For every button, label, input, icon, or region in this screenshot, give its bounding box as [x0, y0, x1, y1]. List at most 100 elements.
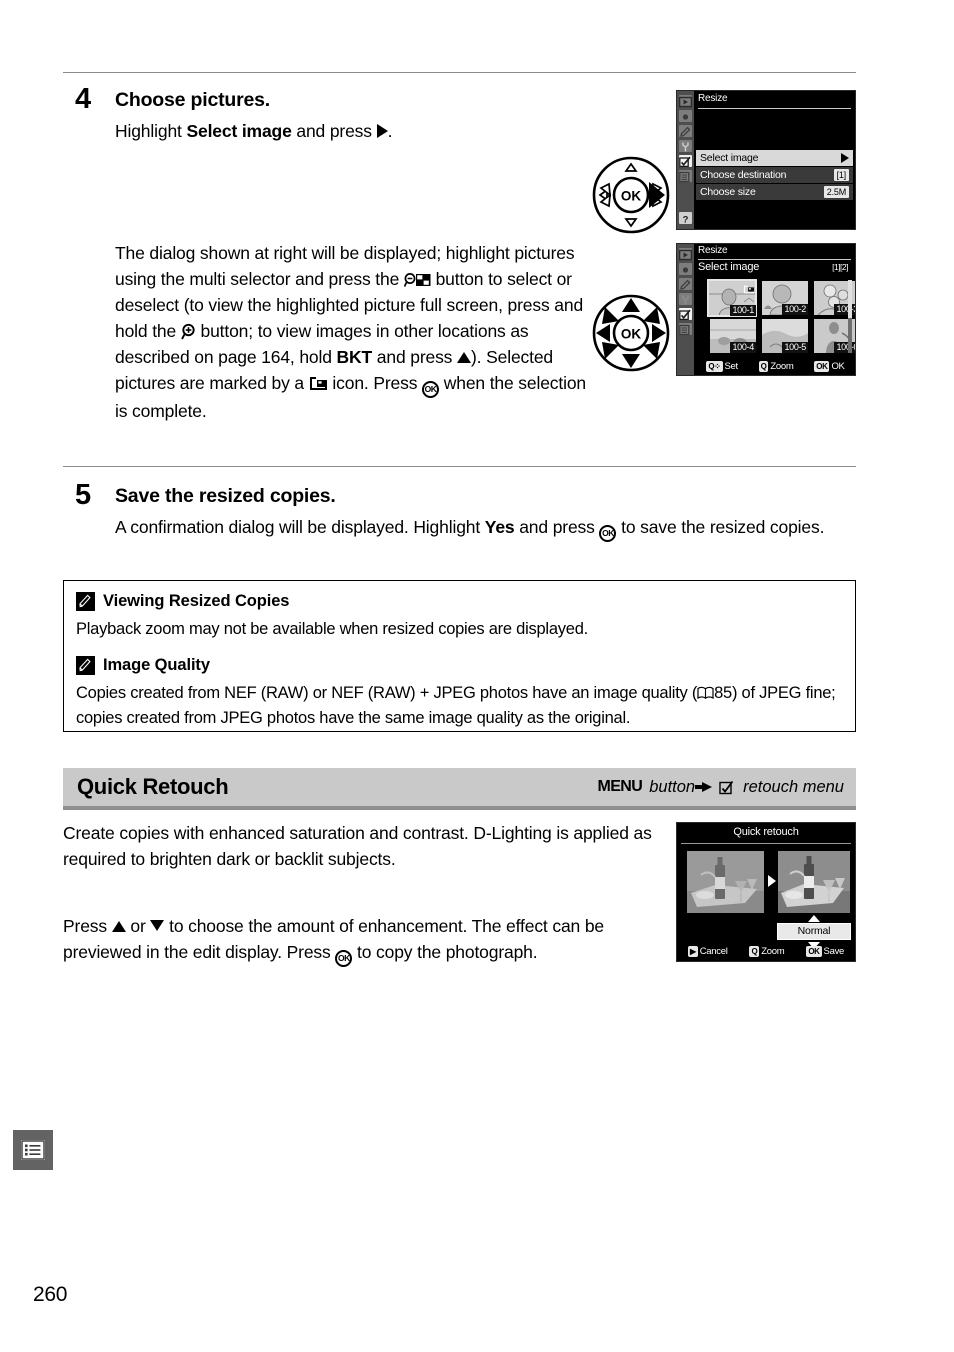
- menu-button-word: button: [649, 777, 696, 796]
- menu-row-label: Choose size: [700, 186, 756, 198]
- shooting-menu-icon[interactable]: [679, 263, 692, 275]
- section-header-underline: [63, 806, 856, 810]
- step-4-intro: Highlight Select image and press .: [115, 118, 585, 144]
- note-1-body: Playback zoom may not be available when …: [76, 620, 588, 638]
- notes-box: Viewing Resized Copies Playback zoom may…: [63, 580, 856, 732]
- step-5-paragraph: A confirmation dialog will be displayed.…: [115, 514, 855, 542]
- custom-settings-icon[interactable]: [679, 278, 692, 290]
- lcd-select-title: Resize: [698, 245, 728, 256]
- zoom-button-chip: Q: [758, 361, 769, 372]
- retouch-menu-label: retouch menu: [743, 777, 844, 796]
- shooting-menu-icon[interactable]: [679, 110, 692, 122]
- quick-retouch-para-2: Press or to choose the amount of enhance…: [63, 913, 663, 967]
- thumbnail-label: 100-2: [782, 304, 808, 315]
- lcd-bottom-buttons: Q⁘ Set Q Zoom OK OK: [696, 358, 855, 375]
- section-title: Quick Retouch: [77, 774, 229, 799]
- retouch-menu-icon: [719, 780, 736, 795]
- button-ok[interactable]: OK OK: [814, 361, 845, 372]
- retouch-amount-value[interactable]: Normal: [777, 923, 851, 940]
- step-4-number: 4: [75, 83, 91, 115]
- zoom-button-chip: Q: [749, 946, 760, 957]
- menu-list-icon: [21, 1140, 45, 1160]
- step-4-intro-bold: Select image: [186, 121, 292, 141]
- button-label: Save: [823, 946, 845, 957]
- custom-settings-icon[interactable]: [679, 125, 692, 137]
- button-label: Zoom: [761, 946, 785, 957]
- button-label: OK: [831, 361, 845, 372]
- qr-seg-2: or: [125, 916, 151, 936]
- step-4-intro-prefix: Highlight: [115, 121, 187, 141]
- menu-row-select-image[interactable]: Select image: [696, 150, 853, 166]
- recent-settings-icon[interactable]: [679, 170, 692, 183]
- lcd-qr-rule-top: [681, 843, 851, 844]
- right-arrow-icon: [768, 875, 776, 887]
- section-header-quick-retouch: Quick Retouch MENU button retouch menu: [63, 768, 856, 810]
- lcd-title-rule: [698, 259, 851, 260]
- divider-top: [63, 72, 856, 73]
- thumbnail-5[interactable]: 100-5: [762, 319, 808, 353]
- thumbnail-1[interactable]: 100-1: [707, 279, 757, 317]
- note-2-ref: 85: [714, 684, 732, 702]
- setup-menu-icon[interactable]: [679, 140, 692, 152]
- menu-row-choose-size[interactable]: Choose size 2.5M: [696, 184, 853, 200]
- page-number: 260: [33, 1283, 68, 1306]
- thumbnail-label: 100-1: [730, 305, 756, 316]
- setup-menu-icon[interactable]: [679, 293, 692, 305]
- step5-seg-3: to save the resized copies.: [616, 517, 825, 537]
- button-zoom[interactable]: Q Zoom: [758, 361, 794, 372]
- playback-icon[interactable]: [678, 95, 693, 108]
- button-save[interactable]: OK Save: [806, 946, 844, 957]
- step-4-intro-end: .: [387, 121, 393, 141]
- menu-row-value: 2.5M: [823, 186, 849, 198]
- menu-row-choose-destination[interactable]: Choose destination [1]: [696, 167, 853, 183]
- lcd-card-badge: [1][2]: [832, 262, 848, 272]
- ok-button-icon: OK: [599, 525, 617, 542]
- retouch-menu-icon[interactable]: [679, 308, 692, 321]
- retouch-menu-icon[interactable]: [679, 155, 692, 168]
- note-2-heading: Image Quality: [103, 656, 210, 674]
- thumbnail-button-chip: Q⁘: [706, 361, 723, 372]
- button-set[interactable]: Q⁘ Set: [706, 361, 738, 372]
- qr-seg-4: to copy the photograph.: [352, 942, 538, 962]
- menu-row-label: Choose destination: [700, 169, 787, 181]
- lcd-quick-retouch-title: Quick retouch: [733, 826, 799, 838]
- help-icon[interactable]: ?: [679, 212, 692, 226]
- playback-icon[interactable]: [678, 248, 693, 261]
- recent-settings-icon[interactable]: [679, 323, 692, 336]
- right-arrow-icon: [695, 782, 713, 792]
- para-seg-4: and press: [372, 347, 457, 367]
- preview-after: [778, 851, 850, 913]
- section-menu-path: MENU button retouch menu: [598, 778, 845, 797]
- menu-button-label: MENU: [597, 778, 643, 795]
- step5-seg-2: and press: [514, 517, 600, 537]
- resize-mark-icon: [743, 281, 755, 294]
- menu-row-label: Select image: [700, 152, 759, 164]
- book-reference-icon: [697, 683, 714, 700]
- lcd-quick-retouch: Quick retouch Normal ▶ Cancel Q Zoom OK …: [676, 822, 856, 962]
- increase-amount-icon[interactable]: [808, 915, 820, 922]
- multi-selector-illustration-right: OK: [590, 155, 672, 240]
- svg-text:OK: OK: [621, 189, 642, 204]
- thumbnail-4[interactable]: 100-4: [710, 319, 756, 353]
- preview-before: [687, 851, 764, 913]
- lcd-select-image: Resize Select image [1][2] 100-1 100-2 1…: [676, 243, 856, 376]
- step-5-number: 5: [75, 479, 91, 511]
- button-zoom[interactable]: Q Zoom: [749, 946, 785, 957]
- thumbnail-zoom-out-icon: [403, 269, 431, 287]
- up-arrow-icon: [457, 352, 471, 363]
- ok-button-chip: OK: [814, 361, 830, 372]
- chapter-tab-marker: [13, 1130, 53, 1170]
- zoom-in-icon: [180, 321, 196, 340]
- right-arrow-icon: [376, 124, 388, 138]
- button-cancel[interactable]: ▶ Cancel: [687, 946, 728, 957]
- ok-button-chip: OK: [806, 946, 822, 957]
- multi-selector-illustration-all: OK: [590, 293, 672, 378]
- qr-seg-1: Press: [63, 916, 112, 936]
- lcd-scrollbar[interactable]: [848, 280, 852, 353]
- playback-button-chip: ▶: [687, 946, 698, 957]
- thumbnail-2[interactable]: 100-2: [762, 281, 808, 315]
- button-label: Cancel: [699, 946, 728, 957]
- thumbnail-label: 100-6: [834, 342, 855, 353]
- note-1-heading-row: Viewing Resized Copies: [76, 592, 841, 611]
- lcd-scrollbar-thumb[interactable]: [848, 280, 852, 318]
